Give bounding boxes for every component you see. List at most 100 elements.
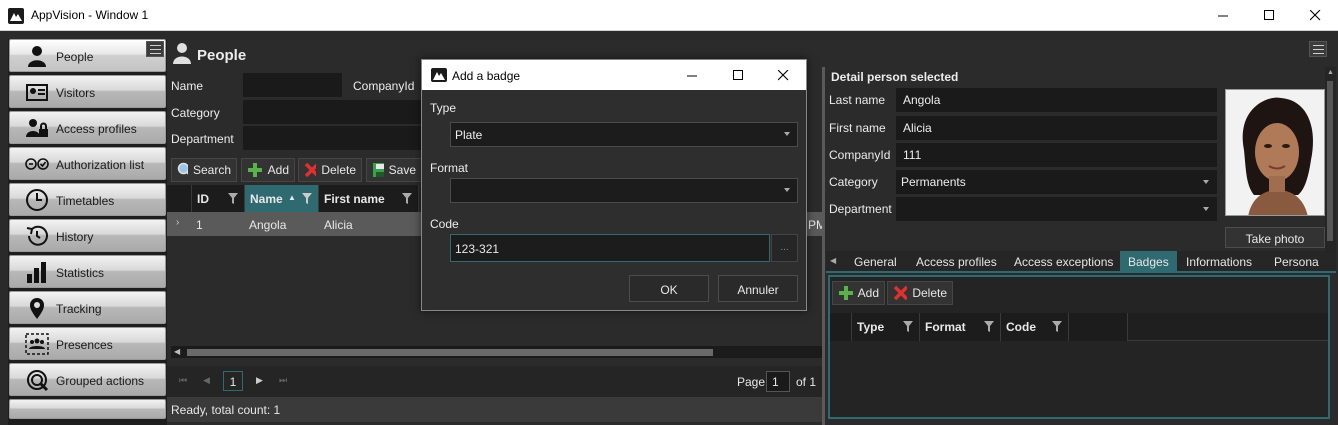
column-header-label: Type [857,320,885,334]
name-filter-label: Name [171,79,204,93]
sidebar-item-label: Tracking [56,302,102,316]
cancel-button[interactable]: Annuler [718,275,798,302]
column-header-name[interactable]: Name ▲ [245,185,319,212]
sidebar-item-access-profiles[interactable]: Access profiles [9,111,166,144]
clock-icon [25,188,51,212]
page-count: of 1 [796,375,817,389]
sidebar-item-more[interactable] [9,399,166,419]
type-dropdown[interactable]: Plate [450,122,798,147]
ok-button[interactable]: OK [629,275,709,302]
name-filter-input[interactable] [243,73,342,97]
scrollbar-thumb[interactable] [187,349,713,356]
companyid-field[interactable]: 111 [896,143,1217,167]
dialog-close-button[interactable] [760,60,806,90]
grid-horizontal-scrollbar[interactable]: ◀ [171,346,822,358]
next-page-icon[interactable]: ▶ [256,375,263,386]
presences-icon [25,332,51,356]
last-name-label: Last name [829,93,886,107]
sidebar-item-grouped-actions[interactable]: Grouped actions [9,363,166,396]
sidebar-item-statistics[interactable]: Statistics [9,255,166,288]
code-browse-button[interactable]: ... [771,234,798,262]
sidebar-item-label: Statistics [56,266,105,280]
tab-informations[interactable]: Informations [1178,251,1260,273]
sidebar-item-visitors[interactable]: Visitors [9,75,166,108]
search-button[interactable]: Search [171,158,237,182]
sidebar-item-label: People [56,50,94,64]
plus-icon [839,286,853,300]
detail-vertical-scrollbar[interactable]: ▲ [1325,67,1336,253]
take-photo-button[interactable]: Take photo [1225,227,1325,248]
sidebar-item-timetables[interactable]: Timetables [9,183,166,216]
badges-column-code[interactable]: Code [1001,313,1069,341]
first-page-icon[interactable]: ⏮ [179,375,187,386]
page-title: People [197,47,247,64]
close-button[interactable] [1292,0,1338,31]
badges-column-type[interactable]: Type [852,313,920,341]
filter-icon[interactable] [903,321,913,332]
badges-panel: Add Delete Type Format Code [828,275,1330,419]
sidebar-item-presences[interactable]: Presences [9,327,166,360]
last-name-field[interactable]: Angola [896,88,1217,112]
tab-access-profiles[interactable]: Access profiles [908,251,1005,273]
filter-icon[interactable] [1052,321,1062,332]
tab-badges[interactable]: Badges [1120,251,1177,273]
column-header-label: ID [197,192,209,206]
splitter-grip-top[interactable] [652,33,672,44]
badge-add-button[interactable]: Add [832,281,885,305]
maximize-button[interactable] [1246,0,1292,31]
sidebar-item-label: History [56,230,94,244]
person-photo [1225,89,1325,216]
department-dropdown[interactable] [896,197,1217,221]
detail-splitter[interactable] [822,67,825,425]
sidebar-item-authorization-list[interactable]: Authorization list [9,147,166,180]
page-number-button[interactable]: 1 [223,371,243,391]
department-filter-dropdown[interactable] [243,126,423,150]
sidebar-item-history[interactable]: History [9,219,166,252]
delete-button[interactable]: Delete [298,158,362,182]
maximize-icon [1263,10,1274,20]
page-input[interactable]: 1 [766,371,790,392]
scroll-left-icon[interactable]: ◀ [174,347,180,356]
column-header-first-name[interactable]: First name [319,185,419,212]
scroll-up-icon[interactable]: ▲ [1327,69,1334,76]
maximize-icon [732,69,743,80]
detail-menu-icon[interactable] [1309,41,1327,57]
last-page-icon[interactable]: ⏭ [279,375,287,386]
location-pin-icon [25,296,51,320]
filter-icon[interactable] [228,193,238,204]
category-filter-label: Category [171,106,220,120]
code-input[interactable]: 123-321 [450,234,770,262]
app-body: People Visitors Access profiles Authoriz… [0,31,1338,425]
first-name-field[interactable]: Alicia [896,116,1217,140]
tab-personal[interactable]: Persona [1266,251,1336,273]
add-button[interactable]: Add [241,158,295,182]
previous-page-icon[interactable]: ◀ [203,375,210,386]
tab-access-exceptions[interactable]: Access exceptions [1006,251,1121,273]
column-header-label: First name [324,192,385,206]
column-header-id[interactable]: ID [192,185,245,212]
minimize-button[interactable] [1200,0,1246,31]
filter-icon[interactable] [302,193,312,204]
person-icon [25,44,51,68]
tabs-scroll-left-icon[interactable]: ◀ [830,256,836,265]
grouped-actions-icon [25,368,51,392]
category-filter-dropdown[interactable] [243,100,423,124]
window-titlebar: AppVision - Window 1 [0,0,1338,31]
filter-icon[interactable] [984,321,994,332]
sidebar-item-people[interactable]: People [9,39,166,72]
grid-row-header [167,185,192,212]
badge-delete-button[interactable]: Delete [887,281,953,305]
format-dropdown[interactable] [450,178,798,203]
history-icon [25,224,51,248]
tab-general[interactable]: General [846,251,905,273]
scrollbar-thumb[interactable] [1327,81,1333,241]
dialog-maximize-button[interactable] [715,60,761,90]
sidebar-menu-icon[interactable] [146,41,164,57]
filter-icon[interactable] [402,193,412,204]
category-dropdown[interactable]: Permanents [896,170,1217,194]
dialog-minimize-button[interactable] [669,60,715,90]
badge-delete-label: Delete [912,286,947,300]
sidebar-item-tracking[interactable]: Tracking [9,291,166,324]
save-button[interactable]: Save [366,158,422,182]
badges-column-format[interactable]: Format [920,313,1001,341]
